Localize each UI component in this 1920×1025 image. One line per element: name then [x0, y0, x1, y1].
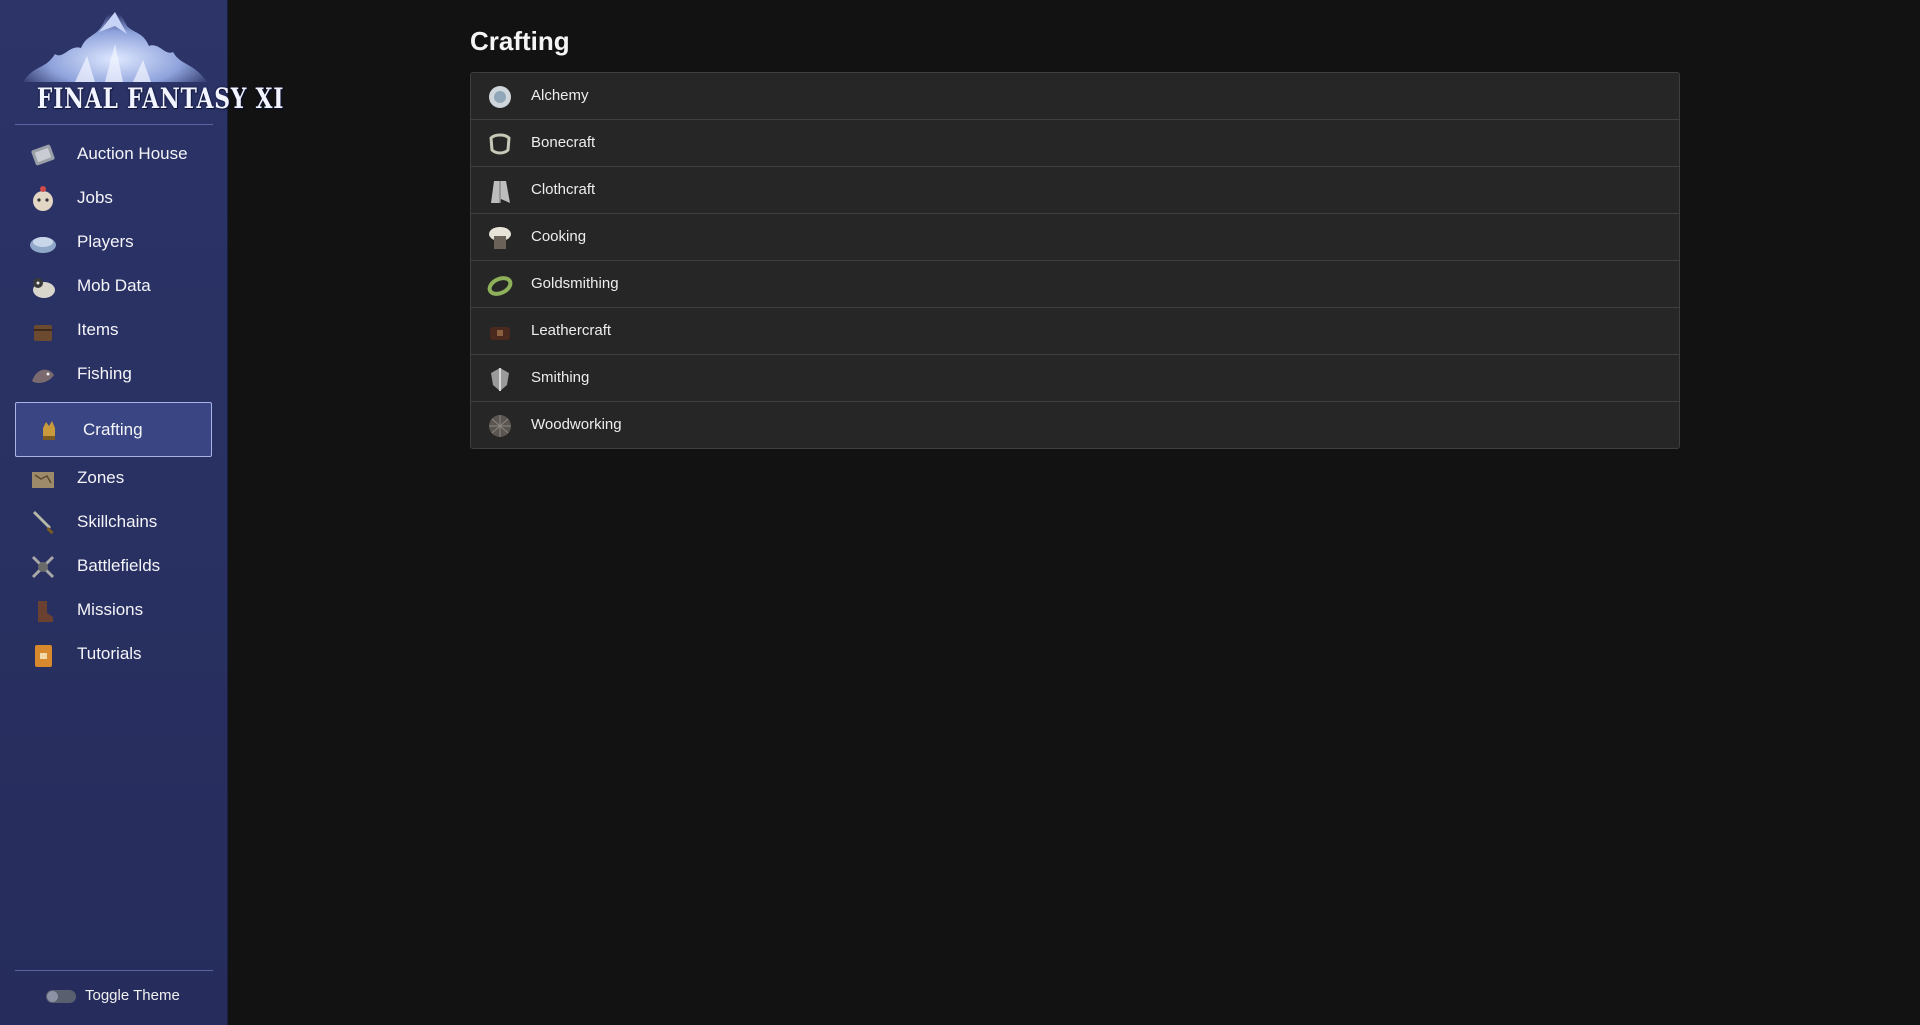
goldsmithing-icon	[486, 271, 514, 299]
final-fantasy-xi-logo[interactable]: FINAL FANTASY XI	[15, 4, 285, 122]
craft-row-cooking[interactable]: Cooking	[471, 214, 1679, 261]
craft-label: Cooking	[531, 228, 587, 245]
craft-label: Goldsmithing	[531, 275, 619, 292]
gauntlet-icon	[35, 416, 63, 444]
crystal-art-icon	[23, 6, 207, 82]
sidebar-item-label: Zones	[77, 468, 125, 487]
craft-label: Smithing	[531, 369, 590, 386]
logo-text: FINAL FANTASY XI	[36, 82, 285, 115]
sidebar-item-label: Jobs	[77, 188, 113, 207]
craft-row-woodworking[interactable]: Woodworking	[471, 402, 1679, 448]
sidebar-item-label: Auction House	[77, 144, 188, 163]
moogle-icon	[29, 185, 57, 213]
sidebar-item-tutorials[interactable]: Tutorials	[15, 632, 212, 676]
crafting-list: Alchemy Bonecraft Clothcraft Cooking Goldsmi…	[470, 72, 1680, 449]
bonecraft-icon	[486, 130, 514, 158]
sidebar-item-items[interactable]: Items	[15, 308, 212, 352]
alchemy-icon	[486, 83, 514, 111]
sidebar-bottom-divider	[15, 970, 213, 971]
craft-row-smithing[interactable]: Smithing	[471, 355, 1679, 402]
craft-label: Alchemy	[531, 87, 589, 104]
craft-row-alchemy[interactable]: Alchemy	[471, 73, 1679, 120]
sidebar-item-crafting[interactable]: Crafting	[15, 402, 212, 457]
craft-row-leathercraft[interactable]: Leathercraft	[471, 308, 1679, 355]
book-icon	[29, 641, 57, 669]
sidebar-item-battlefields[interactable]: Battlefields	[15, 544, 212, 588]
sidebar: FINAL FANTASY XI Auction House Jobs Player…	[0, 0, 285, 1025]
woodworking-icon	[486, 412, 514, 440]
creature-icon	[29, 273, 57, 301]
chest-icon	[29, 317, 57, 345]
crossed-swords-icon	[29, 553, 57, 581]
sidebar-item-label: Battlefields	[77, 556, 161, 575]
sidebar-item-label: Tutorials	[77, 644, 142, 663]
craft-row-clothcraft[interactable]: Clothcraft	[471, 167, 1679, 214]
sidebar-item-label: Skillchains	[77, 512, 158, 531]
sidebar-item-jobs[interactable]: Jobs	[15, 176, 212, 220]
sidebar-item-fishing[interactable]: Fishing	[15, 352, 212, 396]
craft-label: Leathercraft	[531, 322, 612, 339]
sword-icon	[29, 509, 57, 537]
sidebar-item-label: Crafting	[83, 420, 143, 439]
map-icon	[29, 465, 57, 493]
craft-label: Woodworking	[531, 416, 622, 433]
toggle-theme-label: Toggle Theme	[85, 987, 180, 1004]
sidebar-item-mob-data[interactable]: Mob Data	[15, 264, 212, 308]
sidebar-item-auction-house[interactable]: Auction House	[15, 132, 212, 176]
craft-row-bonecraft[interactable]: Bonecraft	[471, 120, 1679, 167]
craft-row-goldsmithing[interactable]: Goldsmithing	[471, 261, 1679, 308]
sidebar-item-players[interactable]: Players	[15, 220, 212, 264]
page-title: Crafting	[470, 26, 570, 56]
sidebar-item-zones[interactable]: Zones	[15, 456, 212, 500]
scroll-icon	[29, 141, 57, 169]
toggle-knob	[47, 991, 58, 1002]
sidebar-item-label: Fishing	[77, 364, 132, 383]
craft-label: Bonecraft	[531, 134, 596, 151]
logo-divider	[15, 124, 213, 125]
sidebar-item-label: Missions	[77, 600, 144, 619]
boot-icon	[29, 597, 57, 625]
craft-label: Clothcraft	[531, 181, 596, 198]
cooking-icon	[486, 224, 514, 252]
sidebar-item-missions[interactable]: Missions	[15, 588, 212, 632]
leathercraft-icon	[486, 318, 514, 346]
sidebar-item-skillchains[interactable]: Skillchains	[15, 500, 212, 544]
sidebar-item-label: Items	[77, 320, 119, 339]
smithing-icon	[486, 365, 514, 393]
sidebar-item-label: Mob Data	[77, 276, 151, 295]
helmet-icon	[29, 229, 57, 257]
sidebar-item-label: Players	[77, 232, 134, 251]
fish-icon	[29, 361, 57, 389]
clothcraft-icon	[486, 177, 514, 205]
